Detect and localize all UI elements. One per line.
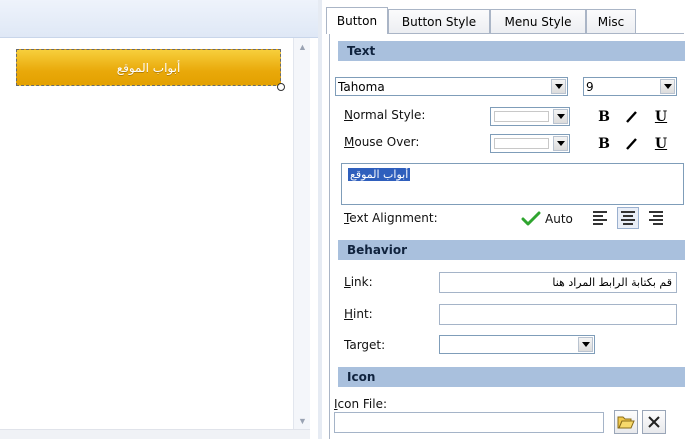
text-alignment-label: Text Alignment: [344,211,438,225]
tab-button-label: Button [336,14,378,28]
tab-menu-style-label: Menu Style [504,14,572,29]
bold-icon[interactable]: B [594,107,614,127]
icon-file-input[interactable] [334,412,604,433]
link-input[interactable]: قم بكتابة الرابط المراد هنا [439,272,677,293]
properties-panel: Button Button Style Menu Style Misc Text… [322,0,688,439]
chevron-down-icon[interactable] [578,337,593,352]
icon-section-title: Icon [347,370,376,384]
auto-label: Auto [545,212,573,226]
italic-icon[interactable] [621,107,641,127]
preview-pane: أبواب الموقع ▲ ▼ [0,0,318,439]
tab-button-style[interactable]: Button Style [388,9,490,33]
hint-input[interactable] [439,304,677,325]
font-family-select[interactable]: Tahoma [335,77,568,96]
align-center-icon[interactable] [617,207,639,229]
tab-menu-style[interactable]: Menu Style [490,9,586,33]
align-left-icon[interactable] [589,207,611,229]
color-swatch [494,111,549,122]
resize-handle[interactable] [277,83,285,91]
tab-button[interactable]: Button [326,7,388,34]
auto-align-option[interactable]: Auto [521,209,579,229]
mouse-over-color-picker[interactable] [490,134,570,153]
underline-icon[interactable]: U [651,134,671,154]
italic-icon[interactable] [621,134,641,154]
text-section-title: Text [347,44,376,58]
scroll-down-icon[interactable]: ▼ [294,412,311,429]
preview-menu-button[interactable]: أبواب الموقع [16,49,281,86]
link-label: Link: [344,275,373,289]
color-swatch [494,138,549,149]
close-icon[interactable] [642,410,666,434]
button-text-value: أبواب الموقع [348,168,411,181]
checkmark-icon [521,211,541,226]
tab-misc-label: Misc [597,14,625,29]
tab-misc[interactable]: Misc [586,9,636,33]
font-family-value: Tahoma [338,79,385,94]
scroll-up-icon[interactable]: ▲ [294,38,311,55]
preview-toolbar [0,0,318,38]
font-size-select[interactable]: 9 [583,77,677,96]
tab-button-style-label: Button Style [401,14,477,29]
underline-icon[interactable]: U [651,107,671,127]
font-size-value: 9 [586,79,594,94]
tab-bar: Button Button Style Menu Style Misc [322,0,688,34]
bold-icon[interactable]: B [594,134,614,154]
icon-section-header: Icon [338,367,685,387]
chevron-down-icon[interactable] [553,136,568,151]
vertical-scrollbar[interactable]: ▲ ▼ [293,38,310,429]
horizontal-scrollbar[interactable] [0,429,310,439]
chevron-down-icon[interactable] [551,79,566,94]
hint-label: Hint: [344,307,373,321]
preview-button-label: أبواب الموقع [116,60,181,75]
folder-open-icon[interactable] [614,410,638,434]
normal-style-label: Normal Style: [344,108,426,122]
normal-style-color-picker[interactable] [490,107,570,126]
button-text-area[interactable]: أبواب الموقع [341,163,684,205]
chevron-down-icon[interactable] [553,109,568,124]
text-section-header: Text [338,41,685,61]
behavior-section-title: Behavior [347,243,408,257]
align-right-icon[interactable] [645,207,667,229]
target-select[interactable] [439,335,595,354]
behavior-section-header: Behavior [338,240,685,260]
mouse-over-label: Mouse Over: [344,135,420,149]
chevron-down-icon[interactable] [660,79,675,94]
tab-content: Text Tahoma 9 Normal Style: B U Mouse Ov… [329,33,685,439]
link-value: قم بكتابة الرابط المراد هنا [552,276,672,289]
target-label: Target: [344,338,386,352]
icon-file-label: Icon File: [334,397,388,411]
